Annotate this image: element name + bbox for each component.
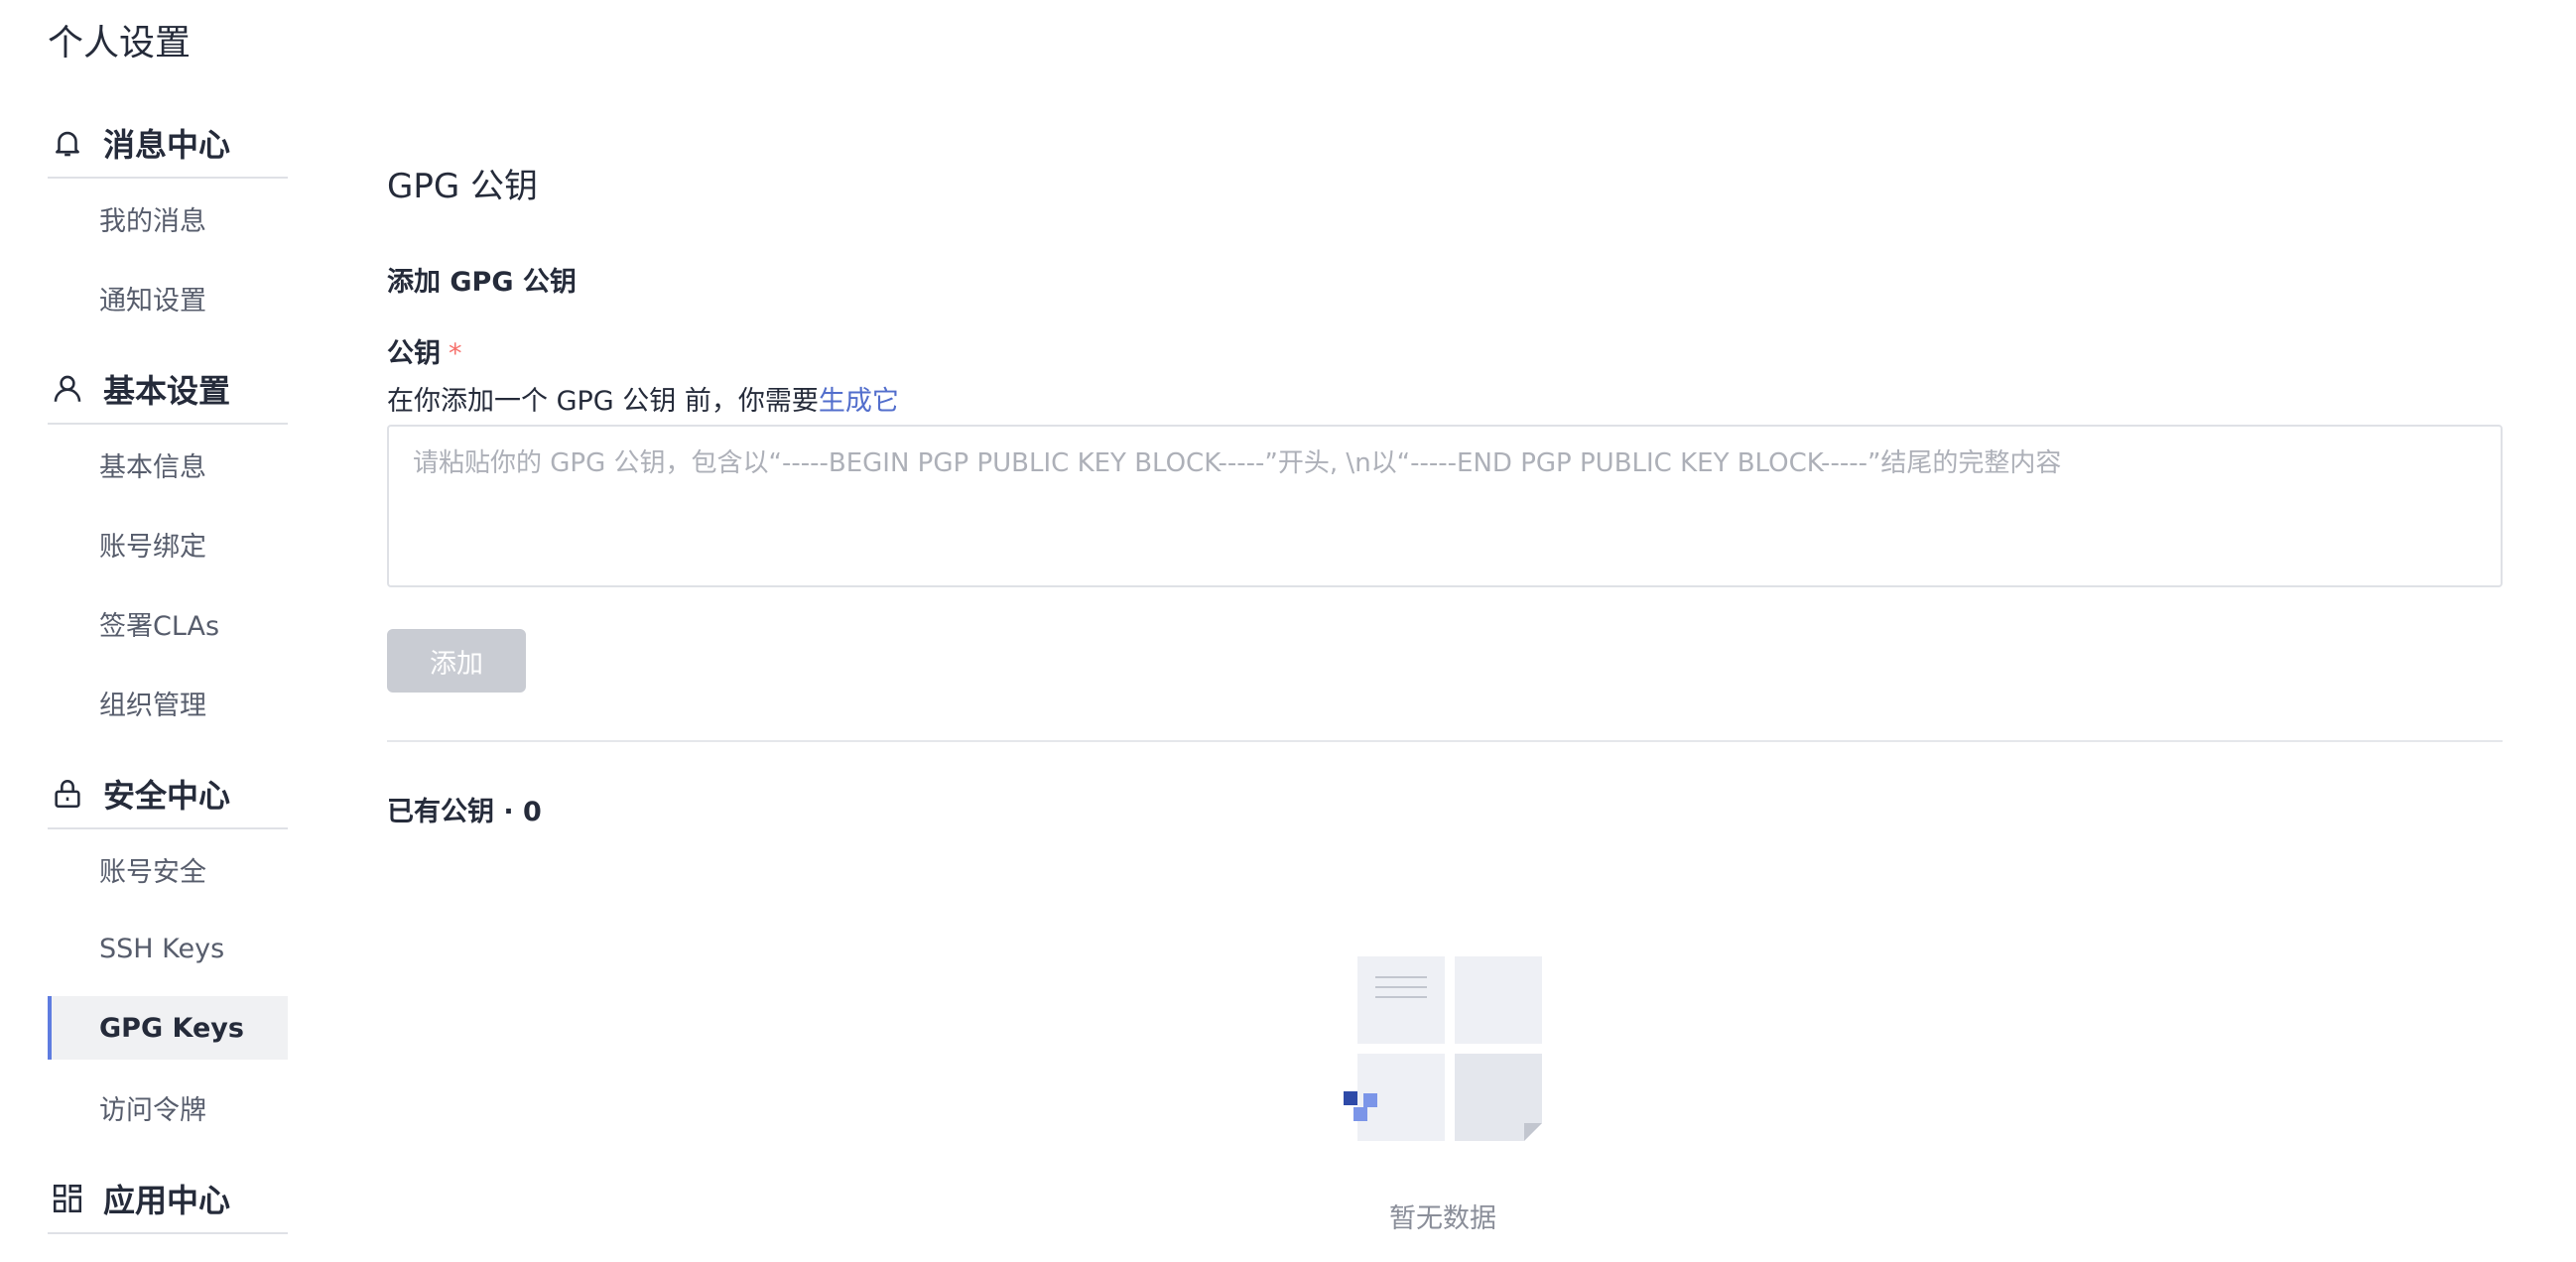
generate-hint: 在你添加一个 GPG 公钥 前，你需要生成它 bbox=[387, 386, 899, 417]
bell-icon bbox=[50, 125, 85, 161]
required-mark: * bbox=[449, 338, 462, 369]
sidebar-group-security: 安全中心 账号安全 SSH Keys GPG Keys 访问令牌 bbox=[48, 760, 288, 1165]
sidebar-group-header: 基本设置 bbox=[48, 355, 288, 425]
sidebar-group-basic: 基本设置 基本信息 账号绑定 签署CLAs 组织管理 bbox=[48, 355, 288, 760]
existing-keys-label: 已有公钥 · 0 bbox=[387, 797, 542, 827]
generate-link[interactable]: 生成它 bbox=[819, 386, 899, 417]
apps-icon bbox=[50, 1181, 85, 1216]
sidebar-group-header: 安全中心 bbox=[48, 760, 288, 829]
sidebar-item-my-messages[interactable]: 我的消息 bbox=[48, 187, 288, 250]
divider bbox=[387, 740, 2503, 742]
sidebar-item-basic-info[interactable]: 基本信息 bbox=[48, 433, 288, 496]
sidebar-item-org-management[interactable]: 组织管理 bbox=[48, 671, 288, 734]
sidebar-item-notification-settings[interactable]: 通知设置 bbox=[48, 266, 288, 329]
sidebar-group-header: 应用中心 bbox=[48, 1165, 288, 1234]
sidebar-group-apps: 应用中心 bbox=[48, 1165, 288, 1234]
page: 个人设置 消息中心 我的消息 通知设置 基本设置 基本信息 账号绑定 签署CLA… bbox=[0, 0, 2576, 1262]
sidebar-item-access-tokens[interactable]: 访问令牌 bbox=[48, 1075, 288, 1139]
sidebar: 消息中心 我的消息 通知设置 基本设置 基本信息 账号绑定 签署CLAs 组织管… bbox=[48, 109, 288, 1234]
public-key-input[interactable] bbox=[387, 425, 2503, 587]
sidebar-item-gpg-keys[interactable]: GPG Keys bbox=[48, 996, 288, 1060]
empty-data-icon bbox=[1344, 956, 1542, 1141]
empty-text: 暂无数据 bbox=[1389, 1203, 1496, 1234]
main-content: GPG 公钥 添加 GPG 公钥 公钥 * 在你添加一个 GPG 公钥 前，你需要… bbox=[387, 0, 2503, 1262]
user-icon bbox=[50, 371, 85, 407]
sidebar-group-messages: 消息中心 我的消息 通知设置 bbox=[48, 109, 288, 355]
sidebar-item-account-binding[interactable]: 账号绑定 bbox=[48, 512, 288, 575]
sidebar-group-header: 消息中心 bbox=[48, 109, 288, 179]
page-title: 个人设置 bbox=[48, 23, 192, 63]
sidebar-item-sign-clas[interactable]: 签署CLAs bbox=[48, 591, 288, 655]
sidebar-item-ssh-keys[interactable]: SSH Keys bbox=[48, 917, 288, 980]
add-key-title: 添加 GPG 公钥 bbox=[387, 267, 577, 298]
empty-state: 暂无数据 bbox=[1334, 952, 1552, 1250]
add-button[interactable]: 添加 bbox=[387, 629, 526, 693]
lock-icon bbox=[50, 776, 85, 812]
sidebar-item-account-security[interactable]: 账号安全 bbox=[48, 837, 288, 901]
section-title: GPG 公钥 bbox=[387, 167, 539, 206]
public-key-label: 公钥 * bbox=[387, 338, 462, 369]
